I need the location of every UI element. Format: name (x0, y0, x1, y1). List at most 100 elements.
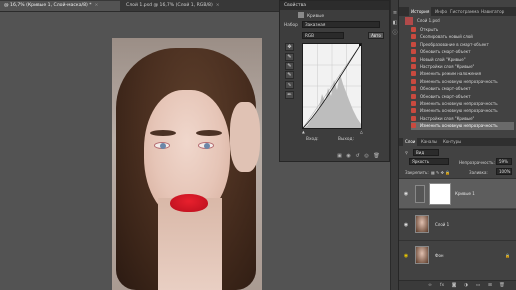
properties-panel: Свойства Кривые Набор Заказная RGB Авто … (279, 0, 390, 162)
history-item-label: Новый слой "Кривые" (420, 56, 466, 62)
preset-dropdown[interactable]: Заказная (302, 21, 380, 28)
mask-icon[interactable]: ◙ (451, 283, 457, 289)
layer-name[interactable]: Фон (435, 253, 444, 258)
link-icon[interactable]: ∞ (427, 283, 433, 289)
document-tab-bar: @ 16,7% (Кривые 1, Слой-маска/8) * × Слой… (0, 0, 280, 12)
opacity-input[interactable]: 59% (496, 158, 512, 165)
history-item-label: Изменить основную непрозрачность (420, 78, 498, 84)
history-tabs: История Инфо Гистограмма Навигатор (399, 7, 516, 16)
eye-icon[interactable]: ◉ (403, 222, 409, 228)
history-action-icon (411, 86, 416, 92)
history-action-icon (411, 34, 416, 40)
document-tab-label: @ 16,7% (Кривые 1, Слой-маска/8) * (4, 3, 92, 8)
left-eye (154, 142, 170, 149)
layers-footer: ∞ fx ◙ ◑ ▭ ⊞ 🗑 (399, 280, 516, 290)
history-item-label: Изменить основную непрозрачность (420, 123, 498, 129)
history-action-icon (411, 56, 416, 62)
blend-mode-dropdown[interactable]: Яркость (409, 158, 449, 165)
history-item-label: Преобразование в смарт-объект (420, 41, 489, 47)
curve-graph-svg (302, 43, 362, 129)
eye-icon[interactable]: ◎ (363, 153, 370, 160)
black-point-marker[interactable]: ▲ (302, 130, 305, 134)
history-item-label: Обновить смарт-объект (420, 49, 471, 55)
lock-icons[interactable]: ▦ ✎ ✥ 🔒 (431, 170, 450, 175)
layer-row-curves[interactable]: ◉ Кривые 1 (399, 178, 516, 208)
layer-filter-dropdown[interactable]: Вид (413, 149, 439, 156)
layer-filter-icon[interactable]: ⚲ (405, 150, 408, 155)
clip-to-layer-icon[interactable]: ▣ (336, 153, 343, 160)
curve-point-icon[interactable]: ∿ (285, 81, 294, 89)
layer-thumbnail (415, 246, 429, 264)
history-item-label: Изменить режим наложения (420, 71, 482, 77)
trash-icon[interactable]: 🗑 (373, 153, 380, 160)
adjustment-layer-icon[interactable]: ◑ (463, 283, 469, 289)
history-action-icon (411, 41, 416, 47)
lips-shape (170, 194, 208, 212)
snapshot-thumbnail[interactable] (405, 17, 413, 25)
layer-name[interactable]: Кривые 1 (455, 191, 475, 196)
history-action-icon (411, 64, 416, 69)
tab-navigator[interactable]: Навигатор (479, 7, 506, 16)
history-item-label: Обновить смарт-объект (420, 86, 471, 92)
eye-icon[interactable]: ◉ (403, 191, 409, 197)
lock-icon: 🔒 (505, 253, 510, 258)
history-action-icon (411, 101, 416, 106)
layer-row-background[interactable]: ◉ Фон 🔒 (399, 240, 516, 270)
history-snapshot-label: Слой 1.psd (417, 18, 440, 23)
eye-icon[interactable]: ◉ (403, 253, 409, 259)
output-label: Выход: (338, 137, 354, 142)
document-tab-label: Слой 1.psd @ 16,7% (Слой 1, RGB/8) (126, 3, 213, 8)
trash-icon[interactable]: 🗑 (499, 283, 505, 289)
tab-layers[interactable]: Слои (403, 138, 418, 146)
history-item-label: Изменить основную непрозрачность (420, 108, 498, 114)
tab-histogram[interactable]: Гистограмма (448, 7, 481, 16)
document-tab[interactable]: Слой 1.psd @ 16,7% (Слой 1, RGB/8) × (122, 1, 234, 11)
close-icon[interactable]: × (216, 3, 220, 8)
lock-label: Закрепить: (405, 170, 429, 175)
pencil-icon[interactable]: ✏ (285, 91, 294, 99)
white-point-marker[interactable]: △ (360, 130, 363, 134)
document-tab-active[interactable]: @ 16,7% (Кривые 1, Слой-маска/8) * × (0, 1, 120, 11)
on-image-adjust-icon[interactable]: ✥ (285, 43, 294, 51)
history-action-icon (411, 93, 416, 99)
channel-dropdown[interactable]: RGB (302, 32, 344, 39)
right-panel: История Инфо Гистограмма Навигатор Слой … (398, 0, 516, 290)
history-item-label: Изменить основную непрозрачность (420, 101, 498, 106)
adjustment-icon (415, 185, 425, 203)
fx-icon[interactable]: fx (439, 283, 445, 289)
eyedropper-icon[interactable]: ✎ (285, 62, 294, 70)
curve-graph[interactable] (302, 43, 362, 129)
canvas-image[interactable] (112, 38, 262, 290)
eyedropper-icon[interactable]: ✎ (285, 71, 294, 79)
layer-mask-thumbnail[interactable] (429, 183, 451, 205)
folder-icon[interactable]: ▭ (475, 283, 481, 289)
tab-info[interactable]: Инфо (433, 7, 449, 16)
curves-icon (298, 12, 304, 18)
tab-history[interactable]: История (409, 7, 432, 16)
photoshop-window: @ 16,7% (Кривые 1, Слой-маска/8) * × Слой… (0, 0, 516, 290)
panel-icon-strip: ≡ ◧ ⓘ (390, 0, 398, 290)
history-action-icon (411, 27, 416, 32)
close-icon[interactable]: × (95, 3, 99, 8)
history-action-icon (411, 78, 416, 84)
right-brow (196, 130, 222, 136)
history-item-label: Скопировать новый слой (420, 34, 473, 40)
history-action-icon (411, 49, 416, 55)
tab-channels[interactable]: Каналы (419, 138, 439, 146)
history-item-label: Обновить смарт-объект (420, 93, 471, 99)
eyedropper-icon[interactable]: ✎ (285, 53, 294, 61)
layer-row-smart[interactable]: ◉ Слой 1 (399, 209, 516, 239)
hand-shape (230, 102, 260, 172)
history-item[interactable]: Изменить основную непрозрачность (411, 122, 514, 131)
fill-input[interactable]: 100% (496, 168, 512, 175)
history-action-icon (411, 115, 416, 121)
new-layer-icon[interactable]: ⊞ (487, 283, 493, 289)
layer-name[interactable]: Слой 1 (435, 222, 449, 227)
auto-button[interactable]: Авто (368, 32, 384, 39)
view-previous-icon[interactable]: ◉ (345, 153, 352, 160)
history-item-label: Открыть (420, 27, 439, 32)
opacity-label: Непрозрачность: (459, 160, 495, 165)
tab-paths[interactable]: Контуры (441, 138, 463, 146)
reset-icon[interactable]: ↺ (354, 153, 361, 160)
history-action-icon (411, 108, 416, 114)
